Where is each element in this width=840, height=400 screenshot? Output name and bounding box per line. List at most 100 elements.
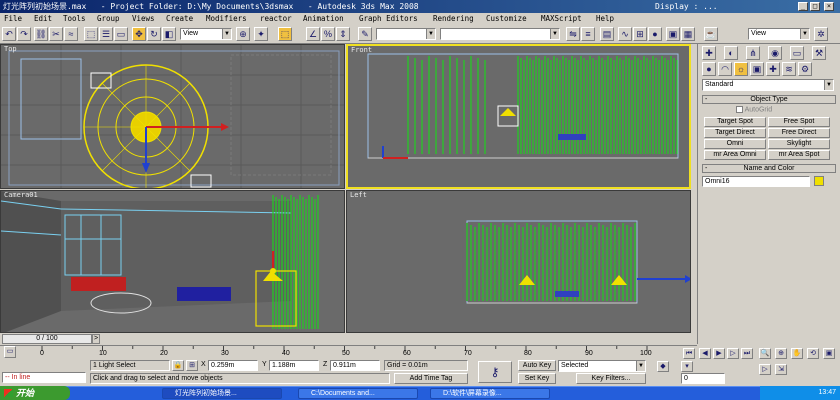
menu-rendering[interactable]: Rendering xyxy=(433,13,474,24)
current-frame-field[interactable]: 0 xyxy=(681,373,725,384)
menu-help[interactable]: Help xyxy=(596,13,614,24)
zoom-icon[interactable]: 🔍 xyxy=(759,348,771,359)
play-icon[interactable]: ▶ xyxy=(713,348,725,359)
menu-create[interactable]: Create xyxy=(166,13,193,24)
render-setup-icon[interactable]: ▣ xyxy=(666,27,680,41)
task-documents[interactable]: C:\Documents and... xyxy=(298,388,418,399)
layer-manager-icon[interactable]: ▤ xyxy=(600,27,614,41)
viewport-top-label[interactable]: Top xyxy=(4,45,17,54)
display-tab-icon[interactable]: ▭ xyxy=(790,46,804,60)
auto-key-button[interactable]: Auto Key xyxy=(518,360,556,371)
utilities-tab-icon[interactable]: ⚒ xyxy=(812,46,826,60)
object-color-swatch[interactable] xyxy=(814,176,824,186)
menu-reactor[interactable]: reactor xyxy=(260,13,292,24)
systems-icon[interactable]: ⚙ xyxy=(798,62,812,76)
bind-space-warp-icon[interactable]: ≈ xyxy=(64,27,78,41)
go-to-start-icon[interactable]: ⏮ xyxy=(683,348,695,359)
select-and-scale-icon[interactable]: ◧ xyxy=(162,27,176,41)
absolute-mode-icon[interactable]: ⊞ xyxy=(186,360,198,371)
rectangular-selection-icon[interactable]: ▭ xyxy=(114,27,128,41)
time-slider[interactable]: 0 / 100 xyxy=(2,334,92,344)
zoom-all-icon[interactable]: ⊕ xyxy=(775,348,787,359)
schematic-view-icon[interactable]: ⊞ xyxy=(633,27,647,41)
render-frame-icon[interactable]: ▦ xyxy=(681,27,695,41)
name-color-rollout-header[interactable]: - Name and Color xyxy=(702,164,836,173)
mirror-icon[interactable]: ⇋ xyxy=(566,27,580,41)
key-filters-icon[interactable]: ▾ xyxy=(681,361,693,372)
menu-group[interactable]: Group xyxy=(97,13,120,24)
align-icon[interactable]: ≡ xyxy=(581,27,595,41)
select-and-move-icon[interactable]: ✥ xyxy=(132,27,146,41)
render-production-icon[interactable]: ✲ xyxy=(814,27,828,41)
viewport-left-label[interactable]: Left xyxy=(350,191,367,200)
object-name-field[interactable]: Omni16 xyxy=(702,176,810,187)
menu-edit[interactable]: Edit xyxy=(34,13,52,24)
motion-tab-icon[interactable]: ◉ xyxy=(768,46,782,60)
menu-views[interactable]: Views xyxy=(132,13,155,24)
mr-area-spot-button[interactable]: mr Area Spot xyxy=(768,150,830,160)
spinner-snap-icon[interactable]: ⇕ xyxy=(336,27,350,41)
y-coordinate-field[interactable]: 1.188m xyxy=(269,360,319,371)
layer-combo[interactable]: ▼ xyxy=(440,28,560,40)
target-spot-button[interactable]: Target Spot xyxy=(704,117,766,127)
reference-coordinate-combo[interactable]: View ▼ xyxy=(180,28,232,40)
pan-icon[interactable]: ✋ xyxy=(791,348,803,359)
next-frame-icon[interactable]: ▷ xyxy=(727,348,739,359)
lights-icon[interactable]: ☼ xyxy=(734,62,748,76)
set-key-button[interactable]: Set Key xyxy=(518,373,556,384)
helpers-icon[interactable]: ✚ xyxy=(766,62,780,76)
menu-animation[interactable]: Animation xyxy=(303,13,344,24)
task-screen-recorder[interactable]: D:\软件\屏幕录像... xyxy=(430,388,550,399)
x-coordinate-field[interactable]: 0.259m xyxy=(208,360,258,371)
geometry-icon[interactable]: ● xyxy=(702,62,716,76)
material-editor-icon[interactable]: ● xyxy=(648,27,662,41)
minimize-button[interactable]: _ xyxy=(798,2,808,11)
selection-lock-icon[interactable]: 🔒 xyxy=(172,360,184,371)
task-3dsmax[interactable]: 灯光阵列初始场景... xyxy=(162,388,282,399)
angle-snap-icon[interactable]: ∠ xyxy=(306,27,320,41)
omni-button[interactable]: Omni xyxy=(704,139,766,149)
menu-customize[interactable]: Customize xyxy=(486,13,527,24)
key-mode-icon[interactable]: ⚷ xyxy=(478,361,512,383)
unlink-icon[interactable]: ✂ xyxy=(49,27,63,41)
curve-editor-icon[interactable]: ∿ xyxy=(618,27,632,41)
select-by-name-icon[interactable]: ☰ xyxy=(99,27,113,41)
viewport-camera[interactable]: Camera01 xyxy=(0,190,345,333)
walk-through-icon[interactable]: ⇲ xyxy=(775,364,787,375)
autogrid-checkbox[interactable]: AutoGrid xyxy=(736,106,826,115)
redo-icon[interactable]: ↷ xyxy=(17,27,31,41)
viewport-front-label[interactable]: Front xyxy=(351,46,372,55)
snaps-toggle-icon[interactable]: ⬚ xyxy=(278,27,292,41)
quick-render-icon[interactable]: ☕ xyxy=(704,27,718,41)
mr-area-omni-button[interactable]: mr Area Omni xyxy=(704,150,766,160)
key-selection-combo[interactable]: Selected ▼ xyxy=(558,360,646,372)
render-type-combo[interactable]: View ▼ xyxy=(748,28,810,40)
start-button[interactable]: 开始 xyxy=(0,386,70,400)
category-combo[interactable]: Standard ▼ xyxy=(702,79,834,91)
maximize-viewport-icon[interactable]: ▣ xyxy=(823,348,835,359)
previous-frame-icon[interactable]: ◀ xyxy=(699,348,711,359)
select-object-icon[interactable]: ⬚ xyxy=(84,27,98,41)
skylight-button[interactable]: Skylight xyxy=(768,139,830,149)
shapes-icon[interactable]: ◠ xyxy=(718,62,732,76)
track-bar-menu-icon[interactable]: ▭ xyxy=(4,346,16,358)
menu-maxscript[interactable]: MAXScript xyxy=(541,13,582,24)
time-slider-next-icon[interactable]: > xyxy=(92,334,100,344)
menu-file[interactable]: File xyxy=(4,13,22,24)
menu-modifiers[interactable]: Modifiers xyxy=(206,13,247,24)
free-spot-button[interactable]: Free Spot xyxy=(768,117,830,127)
add-time-tag-button[interactable]: Add Time Tag xyxy=(394,373,468,384)
z-coordinate-field[interactable]: 0.911m xyxy=(330,360,380,371)
space-warps-icon[interactable]: ≋ xyxy=(782,62,796,76)
target-direct-button[interactable]: Target Direct xyxy=(704,128,766,138)
close-button[interactable]: × xyxy=(824,2,834,11)
viewport-left[interactable]: Left xyxy=(346,190,691,333)
viewport-camera-label[interactable]: Camera01 xyxy=(4,191,38,200)
undo-icon[interactable]: ↶ xyxy=(2,27,16,41)
orbit-icon[interactable]: ⟲ xyxy=(807,348,819,359)
percent-snap-icon[interactable]: % xyxy=(321,27,335,41)
select-link-icon[interactable]: ⛓ xyxy=(34,27,48,41)
cameras-icon[interactable]: ▣ xyxy=(750,62,764,76)
go-to-end-icon[interactable]: ⏭ xyxy=(741,348,753,359)
track-bar[interactable]: ▭ 0 10 20 30 40 50 60 70 80 90 100 xyxy=(0,345,697,358)
